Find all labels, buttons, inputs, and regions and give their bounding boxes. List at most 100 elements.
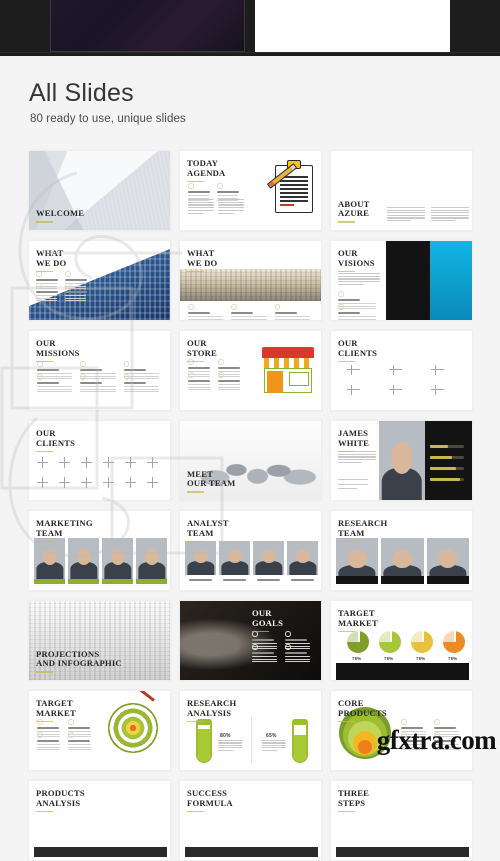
slide-title: RESEARCH ANALYSIS — [187, 698, 236, 722]
text-line — [262, 740, 286, 742]
text-line — [218, 740, 242, 742]
slide-bullet — [252, 631, 281, 650]
slide-thumbnail[interactable]: MARKETING TEAM — [28, 510, 171, 591]
client-logo — [389, 385, 402, 395]
gfxtra-watermark: gfxtra.com — [376, 725, 497, 755]
preview-slide-light[interactable] — [255, 0, 450, 52]
slide-thumbnail[interactable]: WHAT WE DO — [179, 240, 322, 321]
slide-thumbnail[interactable]: OUR CLIENTS — [330, 330, 473, 411]
text-line — [387, 220, 411, 222]
topbar-divider — [0, 52, 500, 53]
slide-title: WHAT WE DO — [36, 248, 66, 272]
pie-chart — [379, 631, 401, 653]
text-line — [218, 201, 244, 203]
slide-title: RESEARCH TEAM — [338, 518, 387, 542]
slide-title: WHAT WE DO — [187, 248, 217, 272]
page-subtitle: 80 ready to use, unique slides — [30, 113, 186, 125]
slide-title: MEET OUR TEAM — [187, 469, 235, 493]
slide-thumbnail[interactable]: WELCOME — [28, 150, 171, 231]
photo-caption — [223, 579, 246, 581]
slide-thumbnail[interactable]: TARGET MARKET — [28, 690, 171, 771]
slide-title: OUR MISSIONS — [36, 338, 80, 362]
slide-thumbnail[interactable]: ABOUT AZURE — [330, 150, 473, 231]
clipboard-icon — [266, 160, 313, 213]
photo-caption — [189, 579, 212, 581]
slide-bullet — [285, 631, 314, 650]
store-icon — [262, 347, 314, 393]
slide-bullet — [65, 283, 90, 302]
slide-photo — [102, 538, 133, 584]
slide-thumbnail[interactable]: PRODUCTS ANALYSIS — [28, 780, 171, 861]
slide-thumbnail[interactable]: OUR CLIENTS — [28, 420, 171, 501]
text-line — [431, 220, 455, 222]
preview-slide-dark[interactable] — [50, 0, 245, 52]
slide-thumbnail[interactable]: RESEARCH TEAM — [330, 510, 473, 591]
text-line — [431, 209, 469, 211]
slide-bullet — [68, 732, 95, 751]
photo-caption — [257, 579, 280, 581]
text-line — [262, 742, 286, 744]
slide-thumbnail[interactable]: THREE STEPS — [330, 780, 473, 861]
slide-bullet — [188, 304, 227, 320]
client-logo — [125, 457, 136, 468]
slide-thumbnail[interactable]: SUCCESS FORMULA — [179, 780, 322, 861]
slide-bullet — [65, 271, 90, 290]
slide-thumbnail[interactable]: OUR MISSIONS — [28, 330, 171, 411]
client-logo — [81, 477, 92, 488]
client-logo — [431, 365, 444, 375]
slide-title: OUR CLIENTS — [338, 338, 377, 362]
text-line — [218, 749, 233, 751]
slide-title: THREE STEPS — [338, 788, 369, 812]
pie-chart — [443, 631, 465, 653]
slide-thumbnail[interactable]: TODAY AGENDA — [179, 150, 322, 231]
client-logo — [389, 365, 402, 375]
skill-bar-fill — [430, 478, 460, 481]
text-line — [218, 204, 244, 206]
text-line — [387, 214, 425, 216]
text-line — [218, 199, 244, 201]
slide-thumbnail[interactable]: 75% 75% 75% 75% TARGET MARKET — [330, 600, 473, 681]
slide-bullet — [218, 359, 244, 378]
pie-chart-label: 75% — [416, 656, 426, 661]
pies-caption-bar — [336, 663, 469, 680]
pie-chart-label: 75% — [352, 656, 362, 661]
slide-title: ABOUT AZURE — [338, 199, 370, 223]
text-line — [338, 453, 376, 455]
slide-thumbnail[interactable]: PROJECTIONS AND INFOGRAPHIC — [28, 600, 171, 681]
test-tube-label: 65% — [266, 733, 277, 739]
slide-photo — [185, 541, 216, 575]
slide-bullet — [37, 374, 76, 393]
text-line — [387, 209, 425, 211]
slide-title: TARGET MARKET — [338, 608, 378, 632]
top-dark-bar — [0, 0, 500, 56]
slide-bullet — [252, 644, 281, 663]
client-logo — [37, 477, 48, 488]
text-line — [262, 749, 277, 751]
test-tube-chart — [196, 719, 212, 763]
slide-thumbnail[interactable]: MEET OUR TEAM — [179, 420, 322, 501]
slide-bullet — [36, 283, 61, 302]
text-line — [188, 204, 214, 206]
text-line — [387, 217, 425, 219]
slide-thumbnail[interactable]: OUR GOALS — [179, 600, 322, 681]
text-line — [431, 214, 469, 216]
target-icon — [108, 703, 158, 753]
slide-bullet — [217, 183, 242, 202]
slide-thumbnail[interactable]: WHAT WE DO — [28, 240, 171, 321]
client-logo — [103, 477, 114, 488]
test-tube-fill — [198, 729, 210, 761]
slide-thumbnail[interactable]: 80% 65% RESEARCH ANALYSIS — [179, 690, 322, 771]
slide-photo — [34, 538, 65, 584]
divider — [251, 717, 252, 763]
slide-bullet — [188, 183, 213, 202]
slide-title: TARGET MARKET — [36, 698, 76, 722]
client-logo — [147, 477, 158, 488]
slide-thumbnail[interactable]: JAMES WHITE — [330, 420, 473, 501]
slide-bullet — [123, 374, 163, 393]
slide-thumbnail[interactable]: OUR STORE — [179, 330, 322, 411]
slide-thumbnail[interactable]: OUR VISIONS — [330, 240, 473, 321]
slide-title: TODAY AGENDA — [187, 158, 225, 182]
client-logo — [347, 365, 360, 375]
slide-thumbnail[interactable]: ANALYST TEAM — [179, 510, 322, 591]
slide-title: CORE PRODUCTS — [338, 698, 387, 722]
